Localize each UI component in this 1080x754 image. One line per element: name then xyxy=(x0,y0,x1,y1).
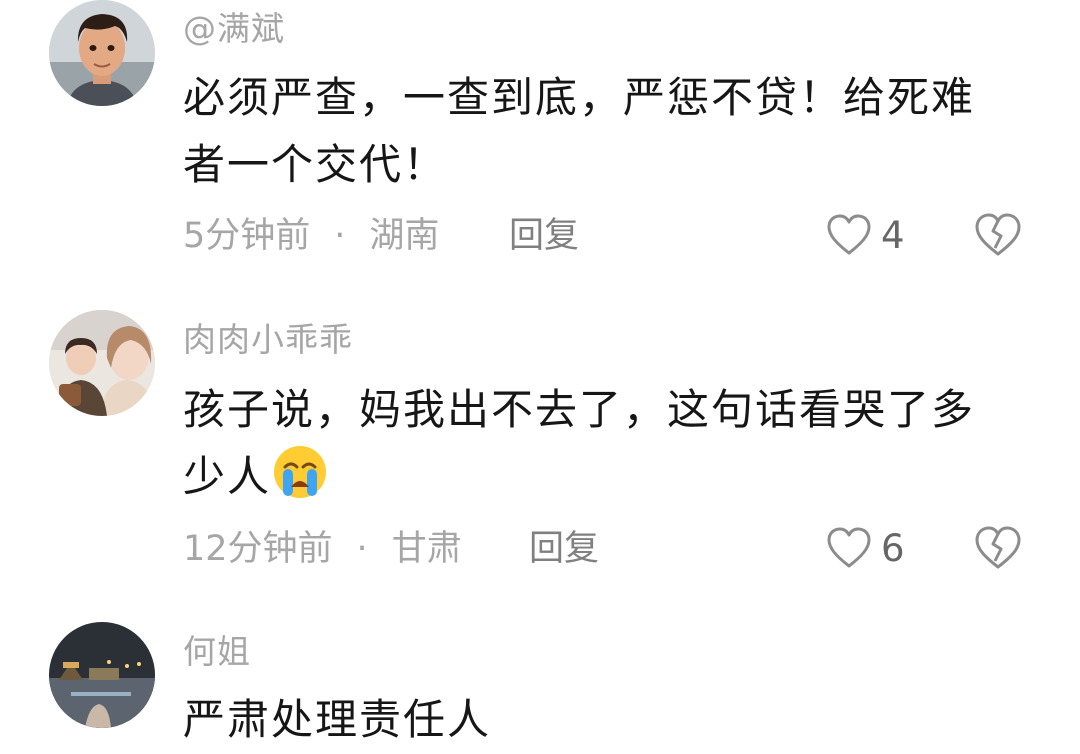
reply-button[interactable]: 回复 xyxy=(529,527,599,571)
like-count: 4 xyxy=(881,214,905,257)
comment-location: 湖南 xyxy=(369,216,440,256)
comment-meta: 5分钟前 · 湖南 xyxy=(183,214,439,258)
broken-heart-icon[interactable] xyxy=(974,525,1022,571)
comment-time: 5分钟前 xyxy=(183,216,311,256)
loudly-crying-face-icon xyxy=(271,443,329,501)
mother-and-child-photo-avatar-icon xyxy=(49,310,155,416)
comment-meta: 12分钟前 · 甘肃 xyxy=(183,527,462,571)
username[interactable]: @满斌 xyxy=(183,9,285,49)
comment-text: 孩子说，妈我出不去了，这句话看哭了多少人 xyxy=(183,376,1013,510)
comment-time: 12分钟前 xyxy=(183,529,333,569)
heart-icon[interactable] xyxy=(826,526,872,570)
comment-text: 必须严查，一查到底，严惩不贷！给死难者一个交代！ xyxy=(183,73,976,189)
heart-icon[interactable] xyxy=(826,213,872,257)
user-avatar[interactable] xyxy=(49,0,155,106)
user-avatar[interactable] xyxy=(49,310,155,416)
night-city-photo-avatar-icon xyxy=(49,622,155,728)
cartoon-man-avatar-icon xyxy=(49,0,155,106)
username[interactable]: 何姐 xyxy=(183,632,251,672)
user-avatar[interactable] xyxy=(49,622,155,728)
comment-text: 严肃处理责任人 xyxy=(183,695,492,744)
separator: · xyxy=(356,529,368,569)
username[interactable]: 肉肉小乖乖 xyxy=(183,320,353,360)
comment-location: 甘肃 xyxy=(391,529,462,569)
reply-button[interactable]: 回复 xyxy=(509,214,579,258)
like-count: 6 xyxy=(881,527,905,570)
separator: · xyxy=(334,216,346,256)
broken-heart-icon[interactable] xyxy=(974,212,1022,258)
